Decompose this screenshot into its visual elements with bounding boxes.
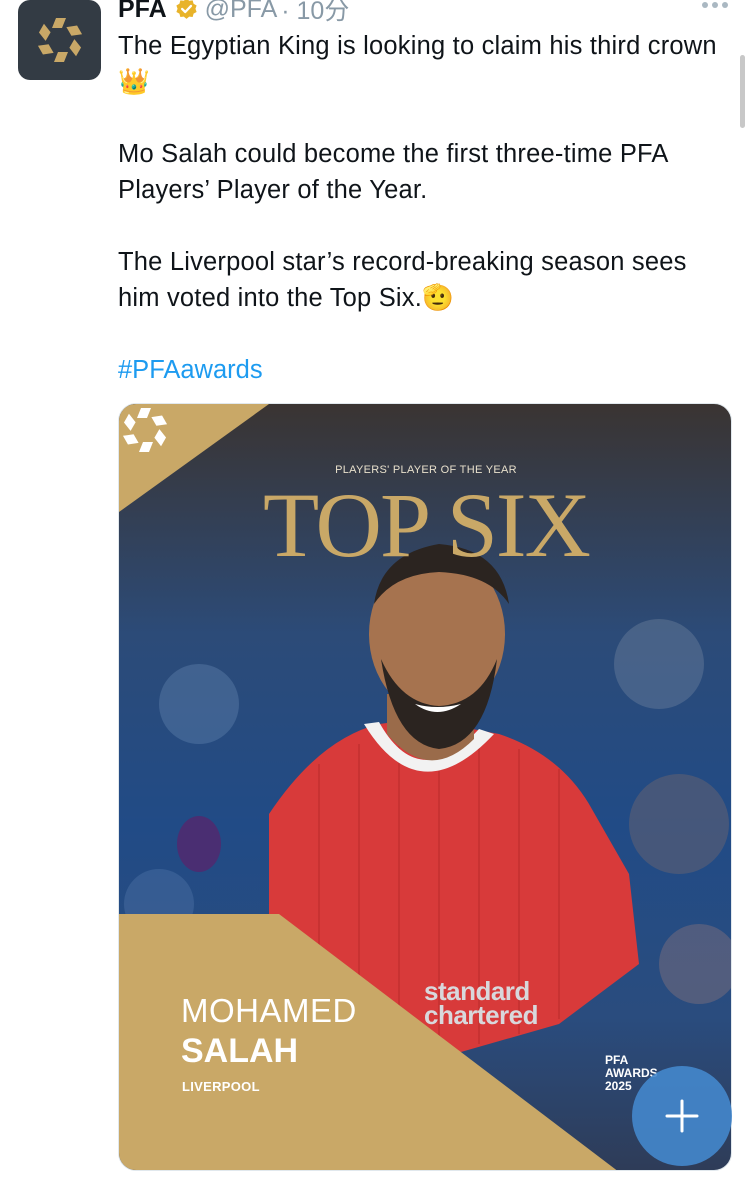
player-club: LIVERPOOL <box>182 1079 260 1094</box>
scrollbar[interactable] <box>740 55 745 128</box>
hashtag-link[interactable]: #PFAawards <box>118 352 263 388</box>
player-last-name: SALAH <box>181 1032 299 1070</box>
tweet-text-paragraph-1: The Egyptian King is looking to claim hi… <box>118 32 717 96</box>
pfa-awards-logo-icon <box>122 408 168 452</box>
compose-button[interactable] <box>632 1066 732 1166</box>
tweet-time[interactable]: · 10分 <box>281 0 349 27</box>
author-handle[interactable]: @PFA <box>205 0 278 24</box>
award-title: TOP SIX <box>263 474 591 576</box>
more-options-icon[interactable] <box>702 2 728 8</box>
pfa-logo-icon <box>37 18 82 62</box>
sponsor-logo-text: standard chartered <box>424 976 539 1030</box>
avatar[interactable] <box>18 0 101 80</box>
tweet-text-paragraph-3: The Liverpool star’s record-breaking sea… <box>118 248 687 312</box>
verified-badge-icon <box>176 0 197 19</box>
player-first-name: MOHAMED <box>181 992 357 1029</box>
tweet-header: PFA @PFA · 10分 <box>118 0 349 26</box>
tweet-media-image[interactable]: PLAYERS' PLAYER OF THE YEAR TOP SIX stan… <box>118 403 732 1171</box>
author-name[interactable]: PFA <box>118 0 167 24</box>
tweet-text-paragraph-2: Mo Salah could become the first three-ti… <box>118 140 668 204</box>
plus-icon <box>665 1099 699 1133</box>
